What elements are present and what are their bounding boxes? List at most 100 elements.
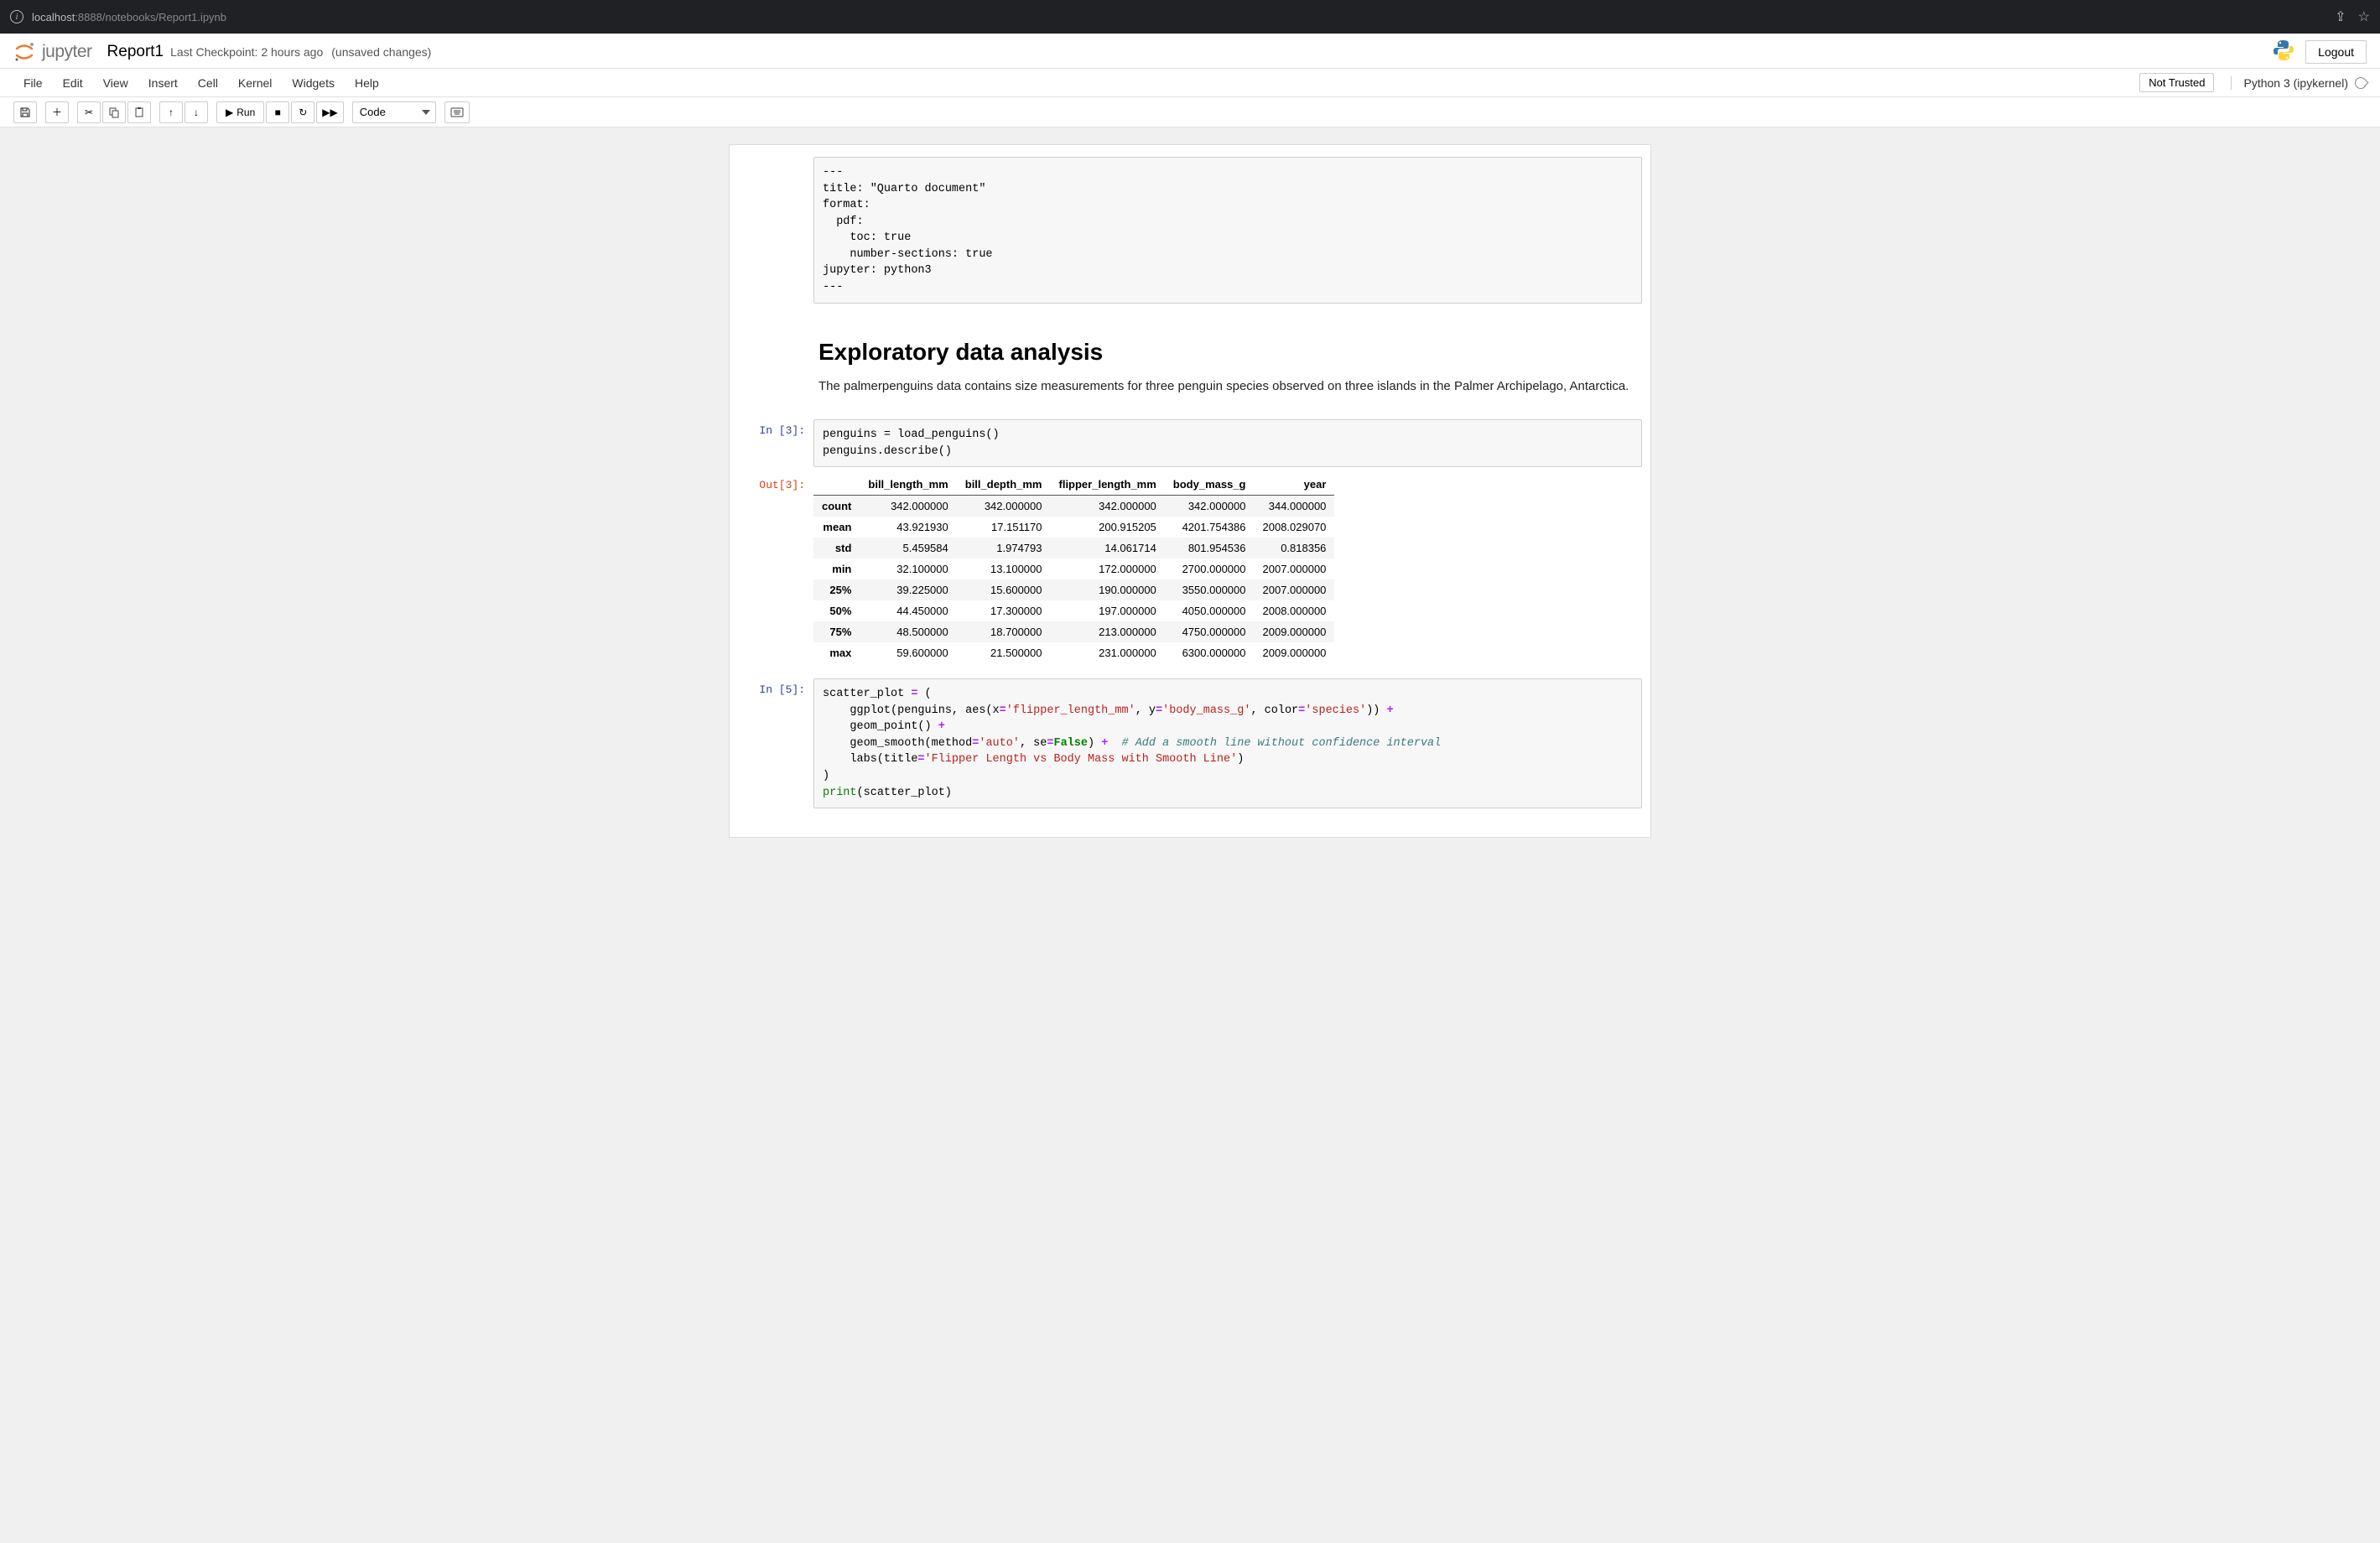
code-input[interactable]: scatter_plot = ( ggplot(penguins, aes(x=… [813, 678, 1642, 808]
move-up-button[interactable]: ↑ [159, 101, 183, 123]
table-cell: 200.915205 [1051, 517, 1165, 538]
menubar: File Edit View Insert Cell Kernel Widget… [0, 69, 2380, 97]
table-header: bill_depth_mm [957, 474, 1051, 496]
table-header: bill_length_mm [860, 474, 956, 496]
raw-cell-content[interactable]: --- title: "Quarto document" format: pdf… [813, 157, 1642, 304]
plus-icon: ＋ [52, 105, 62, 119]
bookmark-icon[interactable]: ☆ [2358, 8, 2370, 25]
table-cell: 39.225000 [860, 579, 956, 600]
table-header: body_mass_g [1165, 474, 1255, 496]
menu-help[interactable]: Help [345, 73, 389, 93]
prompt-empty [738, 319, 813, 405]
menu-edit[interactable]: Edit [53, 73, 93, 93]
menu-file[interactable]: File [13, 73, 53, 93]
table-row: 25%39.22500015.600000190.0000003550.0000… [813, 579, 1334, 600]
table-cell: 342.000000 [957, 496, 1051, 517]
table-cell: 342.000000 [1051, 496, 1165, 517]
info-icon: i [10, 10, 23, 23]
insert-cell-button[interactable]: ＋ [45, 101, 69, 123]
row-label: 75% [813, 621, 860, 642]
kernel-indicator[interactable]: Python 3 (ipykernel) [2231, 76, 2367, 90]
table-cell: 231.000000 [1051, 642, 1165, 663]
table-cell: 4750.000000 [1165, 621, 1255, 642]
row-label: mean [813, 517, 860, 538]
table-row: std5.4595841.97479314.061714801.9545360.… [813, 538, 1334, 558]
table-cell: 2009.000000 [1255, 642, 1335, 663]
table-cell: 48.500000 [860, 621, 956, 642]
table-cell: 17.300000 [957, 600, 1051, 621]
stop-button[interactable]: ■ [266, 101, 289, 123]
browser-address-bar: i localhost:8888/notebooks/Report1.ipynb… [0, 0, 2380, 34]
paste-icon [133, 107, 145, 118]
restart-run-all-button[interactable]: ▶▶ [316, 101, 343, 123]
table-cell: 17.151170 [957, 517, 1051, 538]
table-cell: 13.100000 [957, 558, 1051, 579]
copy-button[interactable] [102, 101, 126, 123]
table-cell: 2008.000000 [1255, 600, 1335, 621]
menu-kernel[interactable]: Kernel [228, 73, 282, 93]
table-cell: 44.450000 [860, 600, 956, 621]
table-row: min32.10000013.100000172.0000002700.0000… [813, 558, 1334, 579]
save-icon [19, 107, 31, 118]
move-down-button[interactable]: ↓ [184, 101, 208, 123]
row-label: max [813, 642, 860, 663]
run-label: Run [236, 107, 255, 118]
run-button[interactable]: ▶ Run [216, 101, 264, 123]
cut-button[interactable]: ✂ [77, 101, 101, 123]
code-input[interactable]: penguins = load_penguins() penguins.desc… [813, 419, 1642, 467]
table-cell: 342.000000 [860, 496, 956, 517]
table-cell: 43.921930 [860, 517, 956, 538]
play-icon: ▶ [226, 107, 233, 118]
stop-icon: ■ [275, 107, 281, 118]
table-cell: 59.600000 [860, 642, 956, 663]
table-cell: 197.000000 [1051, 600, 1165, 621]
share-icon[interactable]: ⇪ [2335, 8, 2346, 25]
save-button[interactable] [13, 101, 37, 123]
table-cell: 21.500000 [957, 642, 1051, 663]
table-header: flipper_length_mm [1051, 474, 1165, 496]
kernel-status-icon [2355, 77, 2367, 89]
jupyter-wordmark: jupyter [42, 42, 92, 62]
url[interactable]: localhost:8888/notebooks/Report1.ipynb [32, 11, 2335, 23]
cell-type-select[interactable]: Code [352, 101, 436, 123]
table-row: count342.000000342.000000342.000000342.0… [813, 496, 1334, 517]
command-palette-button[interactable] [444, 101, 470, 123]
notebook-area: --- title: "Quarto document" format: pdf… [729, 127, 1651, 855]
heading: Exploratory data analysis [818, 339, 1637, 366]
in-prompt: In [3]: [738, 419, 813, 467]
notebook-header: jupyter Report1 Last Checkpoint: 2 hours… [0, 34, 2380, 69]
table-cell: 342.000000 [1165, 496, 1255, 517]
table-cell: 15.600000 [957, 579, 1051, 600]
logout-button[interactable]: Logout [2305, 40, 2367, 64]
table-cell: 2007.000000 [1255, 579, 1335, 600]
copy-icon [108, 107, 120, 118]
menu-insert[interactable]: Insert [138, 73, 188, 93]
notebook-title[interactable]: Report1 [107, 43, 164, 61]
table-cell: 213.000000 [1051, 621, 1165, 642]
code-cell-3-input[interactable]: In [3]: penguins = load_penguins() pengu… [730, 416, 1650, 470]
table-cell: 32.100000 [860, 558, 956, 579]
table-cell: 2009.000000 [1255, 621, 1335, 642]
table-cell: 14.061714 [1051, 538, 1165, 558]
jupyter-logo[interactable]: jupyter [13, 41, 92, 63]
table-cell: 6300.000000 [1165, 642, 1255, 663]
table-header: year [1255, 474, 1335, 496]
table-row: 75%48.50000018.700000213.0000004750.0000… [813, 621, 1334, 642]
table-row: max59.60000021.500000231.0000006300.0000… [813, 642, 1334, 663]
restart-button[interactable]: ↻ [291, 101, 314, 123]
table-cell: 0.818356 [1255, 538, 1335, 558]
output-area: bill_length_mmbill_depth_mmflipper_lengt… [813, 474, 1642, 663]
markdown-cell[interactable]: Exploratory data analysis The palmerpeng… [730, 315, 1650, 408]
describe-table: bill_length_mmbill_depth_mmflipper_lengt… [813, 474, 1334, 663]
row-label: 25% [813, 579, 860, 600]
trust-button[interactable]: Not Trusted [2139, 73, 2214, 92]
menu-view[interactable]: View [93, 73, 138, 93]
table-cell: 190.000000 [1051, 579, 1165, 600]
menu-cell[interactable]: Cell [188, 73, 228, 93]
checkpoint-status: Last Checkpoint: 2 hours ago [170, 45, 323, 59]
raw-cell[interactable]: --- title: "Quarto document" format: pdf… [730, 153, 1650, 307]
code-cell-5-input[interactable]: In [5]: scatter_plot = ( ggplot(penguins… [730, 675, 1650, 812]
menu-widgets[interactable]: Widgets [282, 73, 345, 93]
paste-button[interactable] [127, 101, 151, 123]
keyboard-icon [450, 107, 464, 117]
